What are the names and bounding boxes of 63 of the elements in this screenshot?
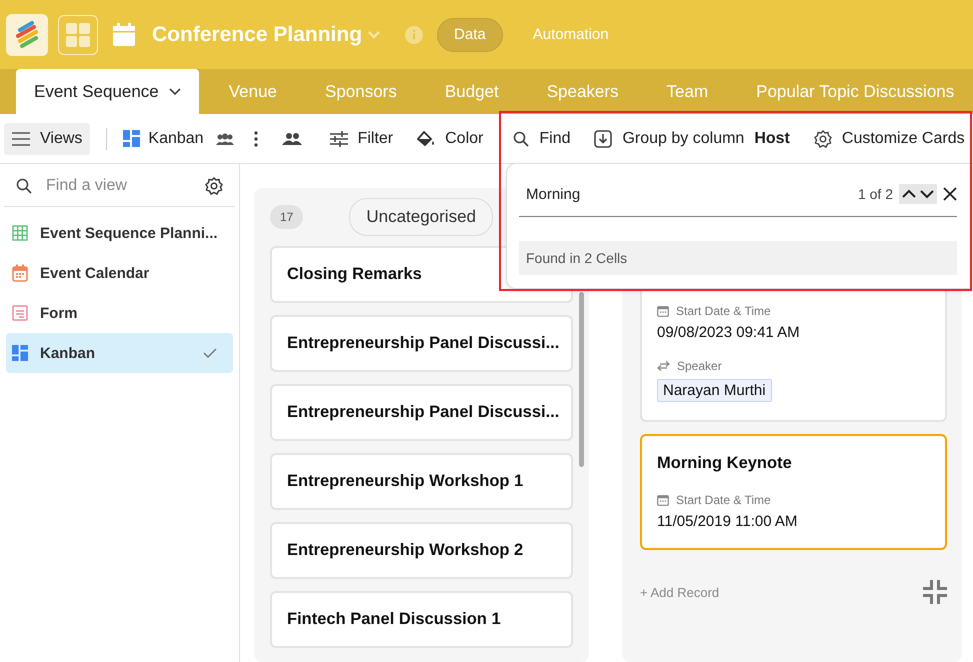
card-title: Entrepreneurship Panel Discussi... xyxy=(287,403,560,422)
field-value: 11/05/2019 11:00 AM xyxy=(657,513,798,530)
checkmark-icon xyxy=(203,348,217,358)
filter-button[interactable]: Filter xyxy=(324,122,400,154)
record-card[interactable]: Entrepreneurship Workshop 1 xyxy=(270,453,573,510)
field-label: Start Date & Time xyxy=(676,304,771,318)
view-item[interactable]: Kanban xyxy=(6,333,233,373)
more-icon[interactable] xyxy=(254,130,258,146)
form-icon xyxy=(12,305,28,321)
find-button[interactable]: Find xyxy=(507,122,576,154)
color-button[interactable]: Color xyxy=(411,122,490,154)
search-icon xyxy=(513,130,530,146)
linked-record-chip[interactable]: Narayan Murthi xyxy=(657,379,772,402)
column-title: Uncategorised xyxy=(349,198,493,236)
search-icon xyxy=(16,178,32,194)
card-title: Fintech Panel Discussion 1 xyxy=(287,610,501,629)
field-label: Speaker xyxy=(677,359,722,373)
card-title: Entrepreneurship Panel Discussi... xyxy=(287,334,560,353)
view-item[interactable]: Event Calendar xyxy=(6,253,233,293)
group-icon[interactable] xyxy=(216,132,234,144)
record-count: 17 xyxy=(270,205,304,229)
sliders-icon xyxy=(330,130,348,146)
settings-icon[interactable] xyxy=(205,177,223,195)
kanban-icon xyxy=(12,345,28,361)
table-tab[interactable]: Event Sequence xyxy=(16,69,199,114)
chevron-down-icon xyxy=(168,88,181,96)
card-title: Entrepreneurship Workshop 2 xyxy=(287,541,524,560)
app-logo-icon[interactable] xyxy=(6,14,48,56)
record-card[interactable]: Entrepreneurship Panel Discussi... xyxy=(270,315,573,372)
kanban-icon xyxy=(123,130,140,147)
paint-bucket-icon xyxy=(417,130,436,146)
match-count: 1 of 2 xyxy=(858,186,893,202)
view-item[interactable]: Form xyxy=(6,293,233,333)
record-card[interactable]: Fintech Panel Discussion 1 xyxy=(270,591,573,648)
record-card[interactable]: Entrepreneurship Workshop 2 xyxy=(270,522,573,579)
field-label: Start Date & Time xyxy=(676,493,771,507)
field-value: 09/08/2023 09:41 AM xyxy=(657,324,801,341)
navigate-matches-icon[interactable] xyxy=(899,184,937,204)
find-result: Found in 2 Cells xyxy=(519,241,957,275)
customize-cards-button[interactable]: Customize Cards xyxy=(808,122,971,154)
card-title: Entrepreneurship Workshop 1 xyxy=(287,472,524,491)
view-item[interactable]: Event Sequence Planni... xyxy=(6,213,233,253)
download-icon xyxy=(594,130,612,148)
card-title: Morning Keynote xyxy=(657,454,793,473)
gear-icon xyxy=(814,130,832,148)
grid-icon xyxy=(12,225,28,241)
calendar-icon xyxy=(112,22,136,46)
views-button[interactable]: Views xyxy=(4,122,90,154)
menu-icon xyxy=(12,132,30,146)
calendar-icon xyxy=(657,305,669,317)
people-icon[interactable] xyxy=(282,132,302,144)
group-by-button[interactable]: Group by column Host xyxy=(588,122,796,154)
close-icon[interactable] xyxy=(943,187,957,201)
swap-arrows-icon xyxy=(657,361,670,371)
base-title: Conference Planning xyxy=(152,22,362,46)
card-title: Closing Remarks xyxy=(287,265,422,284)
view-name: Kanban xyxy=(148,130,204,148)
scrollbar[interactable] xyxy=(579,292,584,467)
collapse-icon[interactable] xyxy=(923,580,947,604)
calendar-icon xyxy=(657,494,669,506)
calendar-icon xyxy=(12,264,28,282)
record-card[interactable]: Entrepreneurship Panel Discussi... xyxy=(270,384,573,441)
record-card[interactable]: Morning Keynote Start Date & Time 11/05/2019 11:00 AM xyxy=(640,434,947,550)
